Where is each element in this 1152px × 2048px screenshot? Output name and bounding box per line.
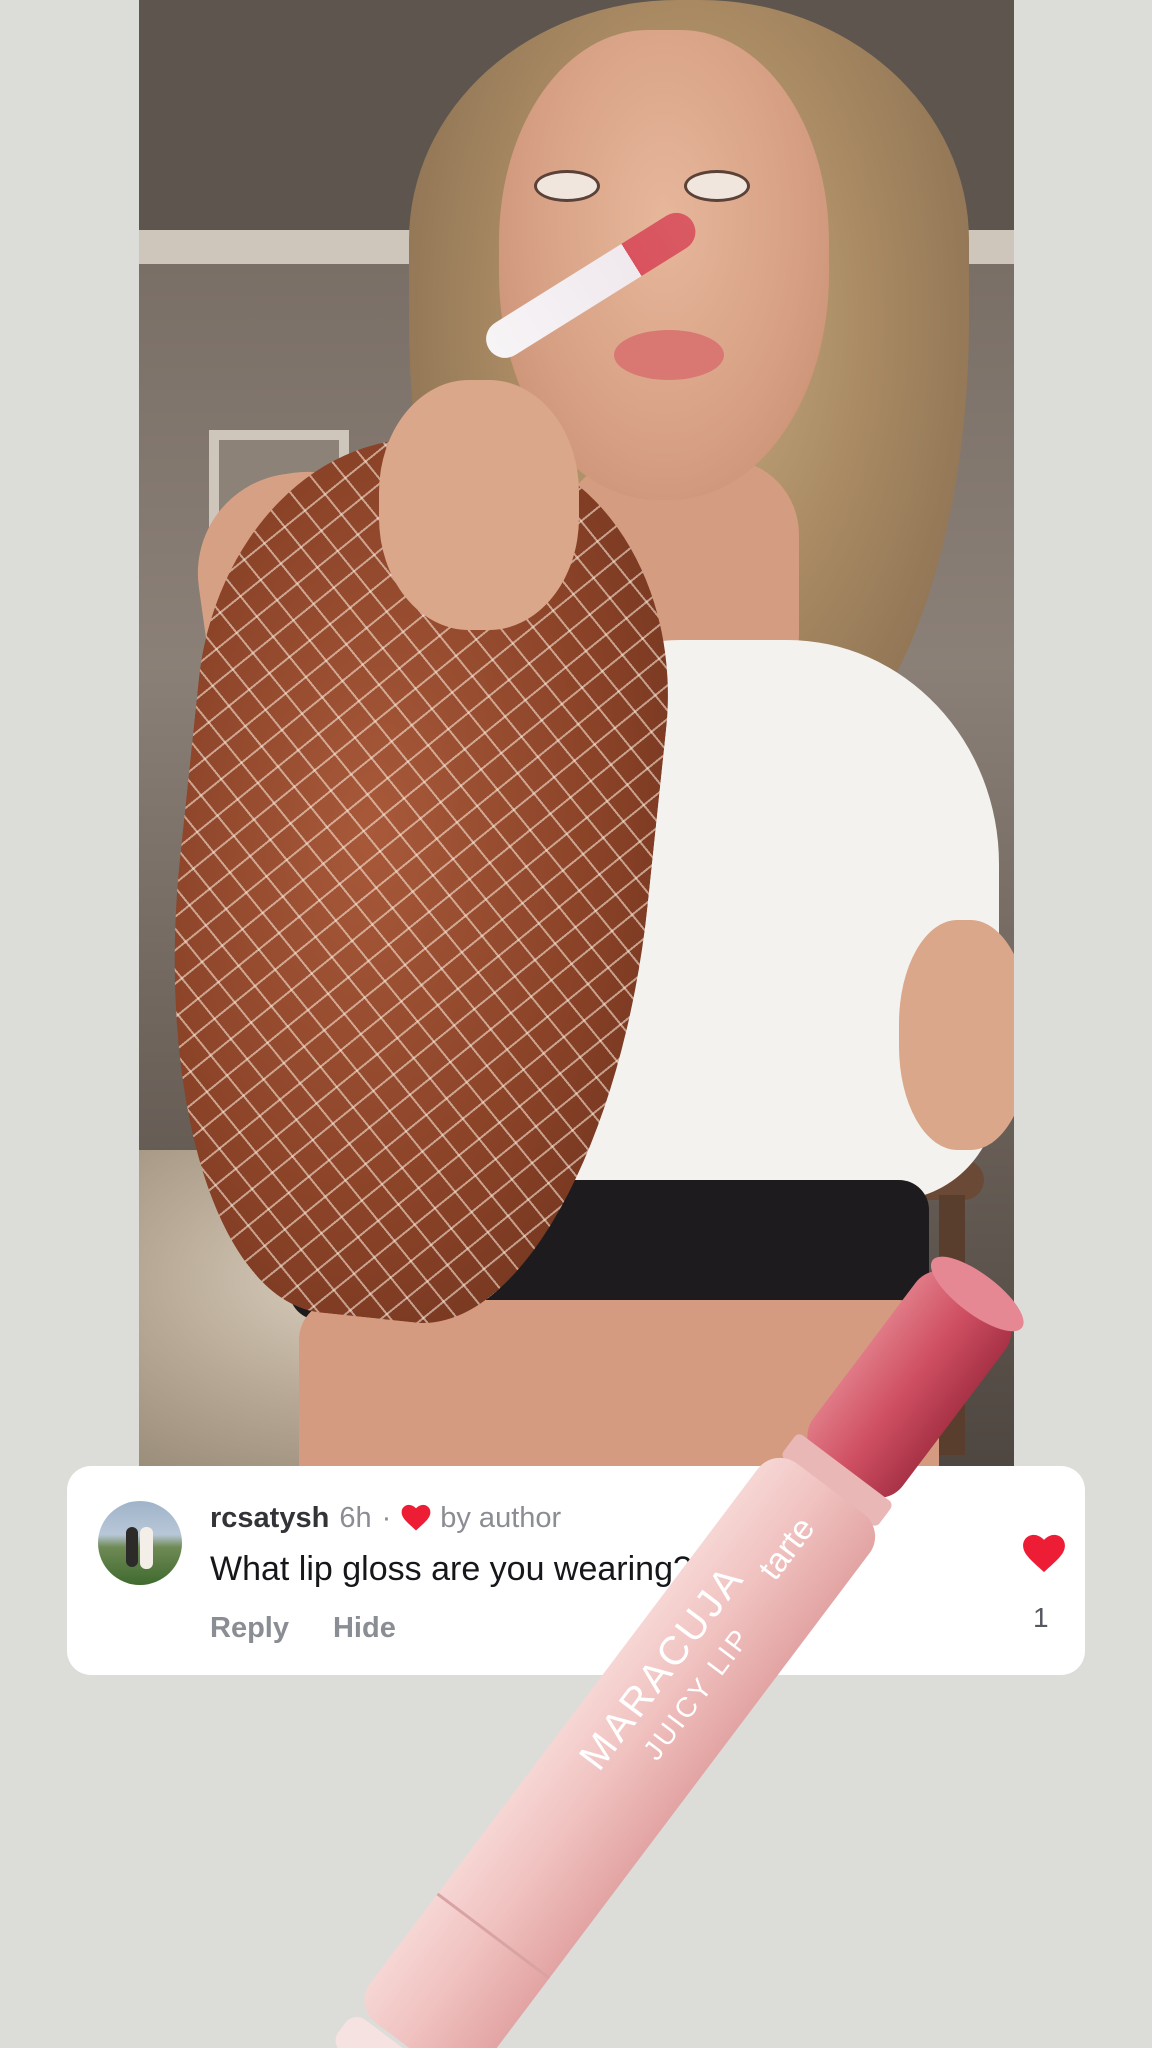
comment-header: rcsatysh 6h · by author	[210, 1498, 561, 1538]
hand	[379, 380, 579, 630]
comment-time: 6h	[339, 1501, 372, 1534]
legs	[299, 1300, 939, 1470]
avatar-figure	[140, 1527, 153, 1569]
liked-by-author-label: by author	[440, 1501, 562, 1534]
eye	[534, 170, 600, 202]
like-count: 1	[1033, 1602, 1049, 1633]
comment-card: rcsatysh 6h · by author What lip gloss a…	[67, 1466, 1085, 1675]
comment-text: What lip gloss are you wearing?	[210, 1550, 692, 1588]
hand	[899, 920, 1014, 1150]
heart-icon	[401, 1504, 431, 1531]
separator: ·	[381, 1501, 392, 1534]
stool-leg	[939, 1195, 965, 1455]
reply-button[interactable]: Reply	[210, 1612, 289, 1645]
hide-button[interactable]: Hide	[333, 1612, 396, 1645]
lipstick-end	[335, 2016, 454, 2048]
heart-icon[interactable]	[1022, 1534, 1066, 1574]
avatar[interactable]	[98, 1501, 182, 1585]
username[interactable]: rcsatysh	[210, 1502, 329, 1535]
avatar-figure	[126, 1527, 138, 1567]
lipstick-seam	[436, 1892, 551, 1980]
video-frame[interactable]	[139, 0, 1014, 1470]
eye	[684, 170, 750, 202]
comment-actions: Reply Hide	[210, 1612, 396, 1645]
lips	[614, 330, 724, 380]
